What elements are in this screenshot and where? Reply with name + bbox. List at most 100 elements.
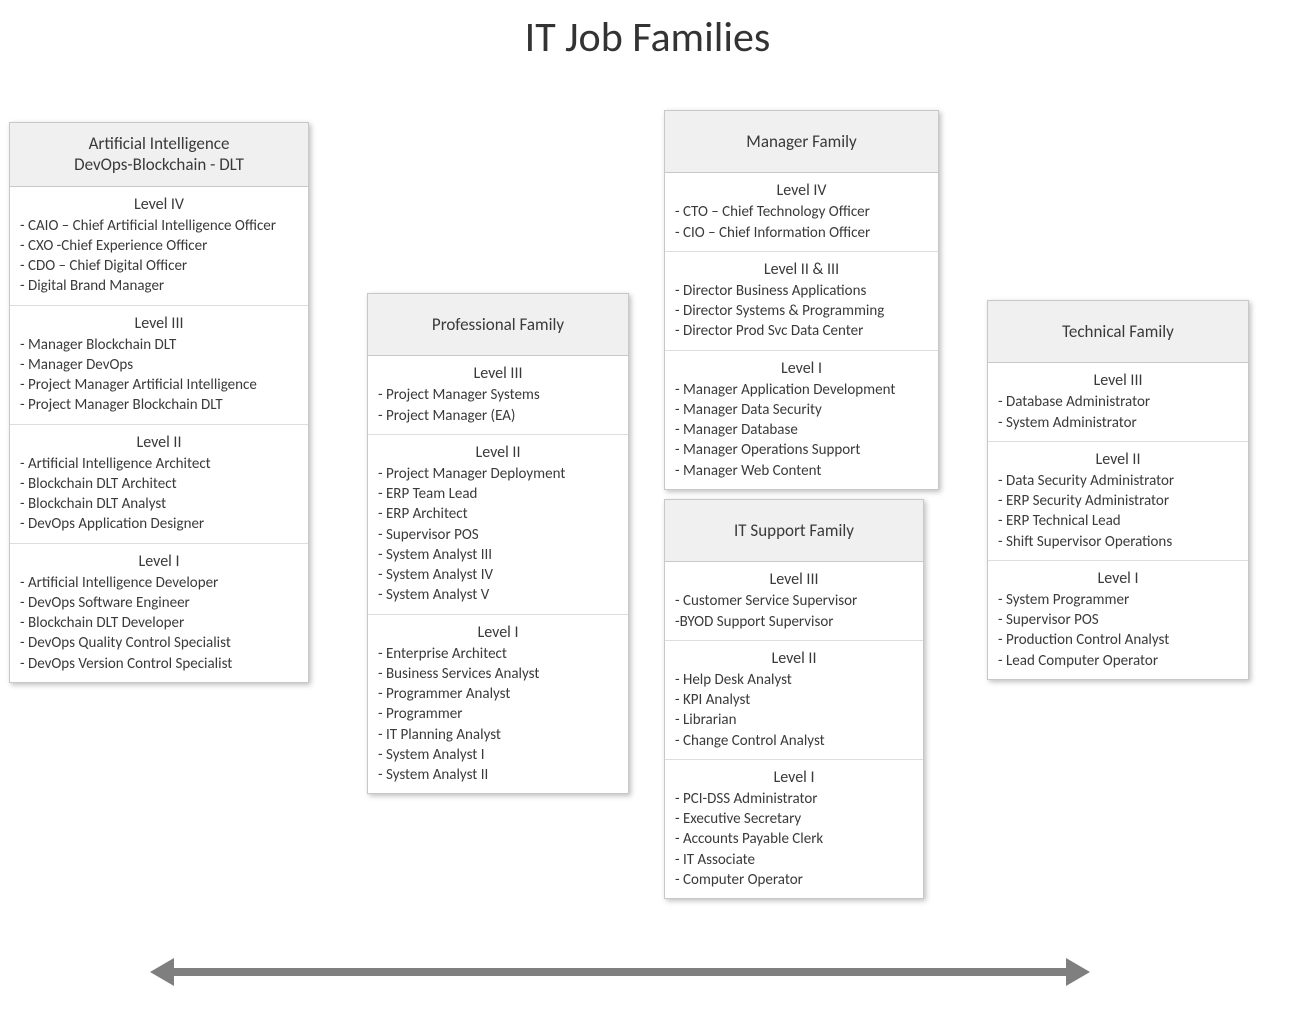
double-arrow <box>150 958 1090 986</box>
role-item: - Help Desk Analyst <box>675 670 913 690</box>
role-item: - Production Control Analyst <box>998 630 1238 650</box>
page-title: IT Job Families <box>0 12 1295 63</box>
role-item: - DevOps Version Control Specialist <box>20 654 298 674</box>
role-item: - PCI-DSS Administrator <box>675 789 913 809</box>
family-technical: Technical Family Level III- Database Admi… <box>987 300 1249 680</box>
family-header-line: Professional Family <box>374 314 622 335</box>
level-block: Level III- Project Manager Systems- Proj… <box>368 356 628 435</box>
role-item: - CDO – Chief Digital Officer <box>20 256 298 276</box>
role-item: - Programmer Analyst <box>378 684 618 704</box>
level-name: Level I <box>20 550 298 573</box>
role-item: - CXO -Chief Experience Officer <box>20 236 298 256</box>
level-block: Level IV- CTO – Chief Technology Officer… <box>665 173 938 252</box>
role-item: - Manager Application Development <box>675 380 928 400</box>
family-header: Artificial IntelligenceDevOps-Blockchain… <box>10 123 308 187</box>
family-header-line: Manager Family <box>671 131 932 152</box>
family-header-line: IT Support Family <box>671 520 917 541</box>
level-block: Level III- Database Administrator- Syste… <box>988 363 1248 442</box>
role-item: - System Analyst III <box>378 545 618 565</box>
role-item: - ERP Security Administrator <box>998 491 1238 511</box>
role-item: - DevOps Quality Control Specialist <box>20 633 298 653</box>
family-it-support: IT Support Family Level III- Customer Ser… <box>664 499 924 899</box>
family-header: Technical Family <box>988 301 1248 363</box>
role-item: - System Analyst II <box>378 765 618 785</box>
role-item: - CAIO – Chief Artificial Intelligence O… <box>20 216 298 236</box>
family-header-line: DevOps-Blockchain - DLT <box>16 154 302 175</box>
level-block: Level I- Manager Application Development… <box>665 351 938 489</box>
role-item: - Director Business Applications <box>675 281 928 301</box>
level-block: Level II- Artificial Intelligence Archit… <box>10 425 308 544</box>
role-item: - Lead Computer Operator <box>998 651 1238 671</box>
role-item: - KPI Analyst <box>675 690 913 710</box>
role-item: - Digital Brand Manager <box>20 276 298 296</box>
role-item: - Artificial Intelligence Developer <box>20 573 298 593</box>
level-block: Level I- Enterprise Architect- Business … <box>368 615 628 794</box>
role-item: - Accounts Payable Clerk <box>675 829 913 849</box>
family-ai-devops-blockchain: Artificial IntelligenceDevOps-Blockchain… <box>9 122 309 683</box>
family-manager: Manager Family Level IV- CTO – Chief Tech… <box>664 110 939 490</box>
level-name: Level II <box>20 431 298 454</box>
level-name: Level II & III <box>675 258 928 281</box>
role-item: - Project Manager Deployment <box>378 464 618 484</box>
level-name: Level III <box>20 312 298 335</box>
role-item: - Programmer <box>378 704 618 724</box>
level-name: Level I <box>378 621 618 644</box>
role-item: - Manager Database <box>675 420 928 440</box>
role-item: - ERP Architect <box>378 504 618 524</box>
arrow-shaft <box>170 968 1070 976</box>
role-item: - Artificial Intelligence Architect <box>20 454 298 474</box>
family-header: Professional Family <box>368 294 628 356</box>
role-item: - DevOps Application Designer <box>20 514 298 534</box>
role-item: - Project Manager (EA) <box>378 406 618 426</box>
family-header-line: Technical Family <box>994 321 1242 342</box>
role-item: - DevOps Software Engineer <box>20 593 298 613</box>
role-item: - Manager Data Security <box>675 400 928 420</box>
role-item: - Executive Secretary <box>675 809 913 829</box>
level-name: Level I <box>675 357 928 380</box>
level-name: Level III <box>675 568 913 591</box>
role-item: - Manager Web Content <box>675 461 928 481</box>
role-item: - Business Services Analyst <box>378 664 618 684</box>
family-header-line: Artificial Intelligence <box>16 133 302 154</box>
role-item: - CTO – Chief Technology Officer <box>675 202 928 222</box>
family-professional: Professional Family Level III- Project Ma… <box>367 293 629 794</box>
diagram-canvas: IT Job Families Artificial IntelligenceD… <box>0 0 1295 1024</box>
family-header: IT Support Family <box>665 500 923 562</box>
role-item: - Supervisor POS <box>378 525 618 545</box>
level-block: Level II- Help Desk Analyst- KPI Analyst… <box>665 641 923 760</box>
role-item: - Librarian <box>675 710 913 730</box>
role-item: - Computer Operator <box>675 870 913 890</box>
level-block: Level I - Artificial Intelligence Develo… <box>10 544 308 682</box>
role-item: - Blockchain DLT Developer <box>20 613 298 633</box>
level-name: Level I <box>675 766 913 789</box>
role-item: - CIO – Chief Information Officer <box>675 223 928 243</box>
level-block: Level IV- CAIO – Chief Artificial Intell… <box>10 187 308 306</box>
level-block: Level II- Project Manager Deployment- ER… <box>368 435 628 615</box>
role-item: - Change Control Analyst <box>675 731 913 751</box>
level-name: Level I <box>998 567 1238 590</box>
level-block: Level I- PCI-DSS Administrator- Executiv… <box>665 760 923 898</box>
role-item: - Blockchain DLT Analyst <box>20 494 298 514</box>
role-item: - Data Security Administrator <box>998 471 1238 491</box>
role-item: - IT Planning Analyst <box>378 725 618 745</box>
level-name: Level III <box>998 369 1238 392</box>
role-item: - System Analyst V <box>378 585 618 605</box>
role-item: - Project Manager Blockchain DLT <box>20 395 298 415</box>
role-item: - Supervisor POS <box>998 610 1238 630</box>
role-item: - ERP Team Lead <box>378 484 618 504</box>
level-block: Level III- Manager Blockchain DLT- Manag… <box>10 306 308 425</box>
role-item: - Enterprise Architect <box>378 644 618 664</box>
level-block: Level II- Data Security Administrator- E… <box>988 442 1248 561</box>
role-item: - System Analyst IV <box>378 565 618 585</box>
level-block: Level I- System Programmer- Supervisor P… <box>988 561 1248 679</box>
level-name: Level II <box>675 647 913 670</box>
role-item: - Director Prod Svc Data Center <box>675 321 928 341</box>
role-item: - Customer Service Supervisor <box>675 591 913 611</box>
role-item: - Manager Operations Support <box>675 440 928 460</box>
level-block: Level II & III- Director Business Applic… <box>665 252 938 351</box>
level-name: Level IV <box>20 193 298 216</box>
role-item: - Shift Supervisor Operations <box>998 532 1238 552</box>
role-item: - Database Administrator <box>998 392 1238 412</box>
role-item: - Director Systems & Programming <box>675 301 928 321</box>
role-item: - System Analyst I <box>378 745 618 765</box>
